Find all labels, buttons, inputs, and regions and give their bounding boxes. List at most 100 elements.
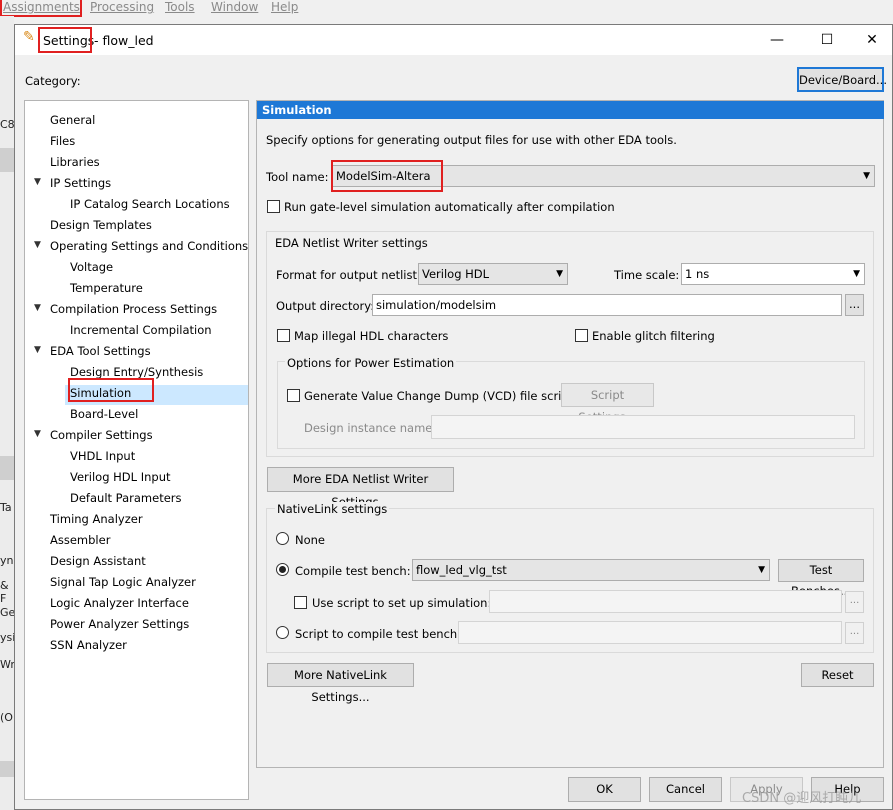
dialog-title-bar: ✎ Settings - flow_led — ☐ ✕ — [15, 25, 892, 55]
close-icon[interactable]: ✕ — [852, 29, 892, 51]
panel-description: Specify options for generating output fi… — [266, 133, 677, 147]
chevron-down-icon: ▼ — [758, 565, 765, 575]
watermark: CSDN @迎风打盹儿 — [742, 791, 862, 806]
run-gate-level-label: Run gate-level simulation automatically … — [284, 200, 615, 214]
design-instance-input[interactable] — [431, 415, 855, 439]
menu-processing[interactable]: Processing — [90, 0, 154, 14]
tool-name-label: Tool name: — [266, 170, 329, 184]
none-label: None — [295, 533, 326, 547]
use-script-browse-button[interactable]: ... — [845, 591, 864, 613]
tree-item-assembler[interactable]: Assembler — [50, 533, 110, 547]
cancel-button[interactable]: Cancel — [649, 777, 722, 802]
tree-item-ip-catalog-search-locations[interactable]: IP Catalog Search Locations — [70, 197, 230, 211]
none-radio[interactable] — [276, 532, 289, 545]
vcd-label: Generate Value Change Dump (VCD) file sc… — [304, 389, 574, 403]
tree-item-incremental-compilation[interactable]: Incremental Compilation — [70, 323, 212, 337]
bg-text: (O — [0, 711, 13, 724]
format-select[interactable]: Verilog HDL ▼ — [418, 263, 568, 285]
tree-item-vhdl-input[interactable]: VHDL Input — [70, 449, 135, 463]
tree-item-timing-analyzer[interactable]: Timing Analyzer — [50, 512, 143, 526]
chevron-down-icon: ▼ — [853, 269, 860, 279]
tree-item-logic-analyzer-interface[interactable]: Logic Analyzer Interface — [50, 596, 189, 610]
tree-item-power-analyzer-settings[interactable]: Power Analyzer Settings — [50, 617, 189, 631]
minimize-icon[interactable]: — — [757, 29, 797, 51]
test-benches-button[interactable]: Test Benches... — [778, 559, 864, 598]
script-compile-input[interactable] — [458, 621, 842, 644]
chevron-down-icon[interactable]: ▼ — [34, 429, 41, 439]
chevron-down-icon[interactable]: ▼ — [34, 303, 41, 313]
output-dir-browse-button[interactable]: ... — [845, 294, 864, 316]
chevron-down-icon: ▼ — [863, 171, 870, 181]
more-eda-settings-button[interactable]: More EDA Netlist Writer Settings... — [267, 467, 454, 509]
tree-item-general[interactable]: General — [50, 113, 95, 127]
compile-test-bench-select[interactable]: flow_led_vlg_tst ▼ — [412, 559, 770, 581]
bg-text: Ge — [0, 606, 16, 619]
compile-test-bench-radio[interactable] — [276, 563, 289, 576]
use-script-checkbox[interactable] — [294, 596, 307, 609]
chevron-down-icon[interactable]: ▼ — [34, 240, 41, 250]
highlight-settings-title — [38, 27, 92, 53]
tree-item-voltage[interactable]: Voltage — [70, 260, 113, 274]
device-board-button[interactable]: Device/Board... — [797, 67, 887, 92]
script-settings-button[interactable]: Script Settings... — [561, 383, 654, 424]
glitch-checkbox[interactable] — [575, 329, 588, 342]
compile-test-bench-value: flow_led_vlg_tst — [416, 563, 507, 577]
tree-item-compiler-settings[interactable]: Compiler Settings — [50, 428, 153, 442]
output-dir-label: Output directory: — [276, 299, 375, 313]
script-compile-radio[interactable] — [276, 626, 289, 639]
bg-text: & F — [0, 579, 9, 605]
menu-tools[interactable]: Tools — [165, 0, 195, 14]
tree-item-verilog-hdl-input[interactable]: Verilog HDL Input — [70, 470, 171, 484]
vcd-checkbox[interactable] — [287, 389, 300, 402]
tree-item-design-entry-synthesis[interactable]: Design Entry/Synthesis — [70, 365, 203, 379]
ok-button[interactable]: OK — [568, 777, 641, 802]
use-script-label: Use script to set up simulation: — [312, 596, 492, 610]
tree-item-ssn-analyzer[interactable]: SSN Analyzer — [50, 638, 127, 652]
tree-item-ip-settings[interactable]: IP Settings — [50, 176, 111, 190]
background-app-panel: C8 Ta yn & F Ge ysi Wr (O — [0, 16, 16, 810]
category-label: Category: — [25, 74, 81, 88]
tree-item-default-parameters[interactable]: Default Parameters — [70, 491, 182, 505]
tree-item-design-templates[interactable]: Design Templates — [50, 218, 152, 232]
bg-text: C8 — [0, 118, 15, 131]
tree-item-temperature[interactable]: Temperature — [70, 281, 143, 295]
reset-button[interactable]: Reset — [801, 663, 874, 687]
script-compile-browse-button[interactable]: ... — [845, 622, 864, 644]
tree-item-compilation-process-settings[interactable]: Compilation Process Settings — [50, 302, 217, 316]
menu-window[interactable]: Window — [211, 0, 258, 14]
panel-header: Simulation — [257, 101, 884, 119]
power-group-title: Options for Power Estimation — [285, 356, 457, 370]
output-dir-input[interactable]: simulation/modelsim — [372, 294, 842, 316]
bg-text: Wr — [0, 658, 15, 671]
tree-item-design-assistant[interactable]: Design Assistant — [50, 554, 146, 568]
chevron-down-icon: ▼ — [556, 269, 563, 279]
time-scale-value: 1 ns — [685, 267, 710, 281]
format-value: Verilog HDL — [422, 267, 490, 281]
tree-item-eda-tool-settings[interactable]: EDA Tool Settings — [50, 344, 151, 358]
highlight-tool-name — [331, 160, 443, 192]
tree-item-signal-tap-logic-analyzer[interactable]: Signal Tap Logic Analyzer — [50, 575, 196, 589]
bg-text: ysi — [0, 631, 16, 644]
menu-help[interactable]: Help — [271, 0, 298, 14]
bg-text: yn — [0, 554, 14, 567]
more-nativelink-button[interactable]: More NativeLink Settings... — [267, 663, 414, 704]
chevron-down-icon[interactable]: ▼ — [34, 177, 41, 187]
format-label: Format for output netlist: — [276, 268, 421, 282]
tree-item-libraries[interactable]: Libraries — [50, 155, 100, 169]
tree-item-operating-settings-and-conditions[interactable]: Operating Settings and Conditions — [50, 239, 248, 253]
tree-item-board-level[interactable]: Board-Level — [70, 407, 138, 421]
time-scale-label: Time scale: — [614, 268, 680, 282]
map-illegal-checkbox[interactable] — [277, 329, 290, 342]
highlight-simulation-item — [68, 378, 154, 402]
settings-app-icon: ✎ — [23, 29, 35, 45]
use-script-input[interactable] — [489, 590, 842, 613]
category-tree: General Files Libraries ▼ IP Settings IP Cata… — [24, 100, 249, 800]
chevron-down-icon[interactable]: ▼ — [34, 345, 41, 355]
design-instance-label: Design instance name: — [304, 421, 437, 435]
tree-item-files[interactable]: Files — [50, 134, 75, 148]
dialog-title-suffix: - flow_led — [94, 33, 154, 48]
maximize-icon[interactable]: ☐ — [807, 29, 847, 51]
run-gate-level-checkbox[interactable] — [267, 200, 280, 213]
time-scale-select[interactable]: 1 ns ▼ — [681, 263, 865, 285]
highlight-assignments — [0, 0, 82, 17]
